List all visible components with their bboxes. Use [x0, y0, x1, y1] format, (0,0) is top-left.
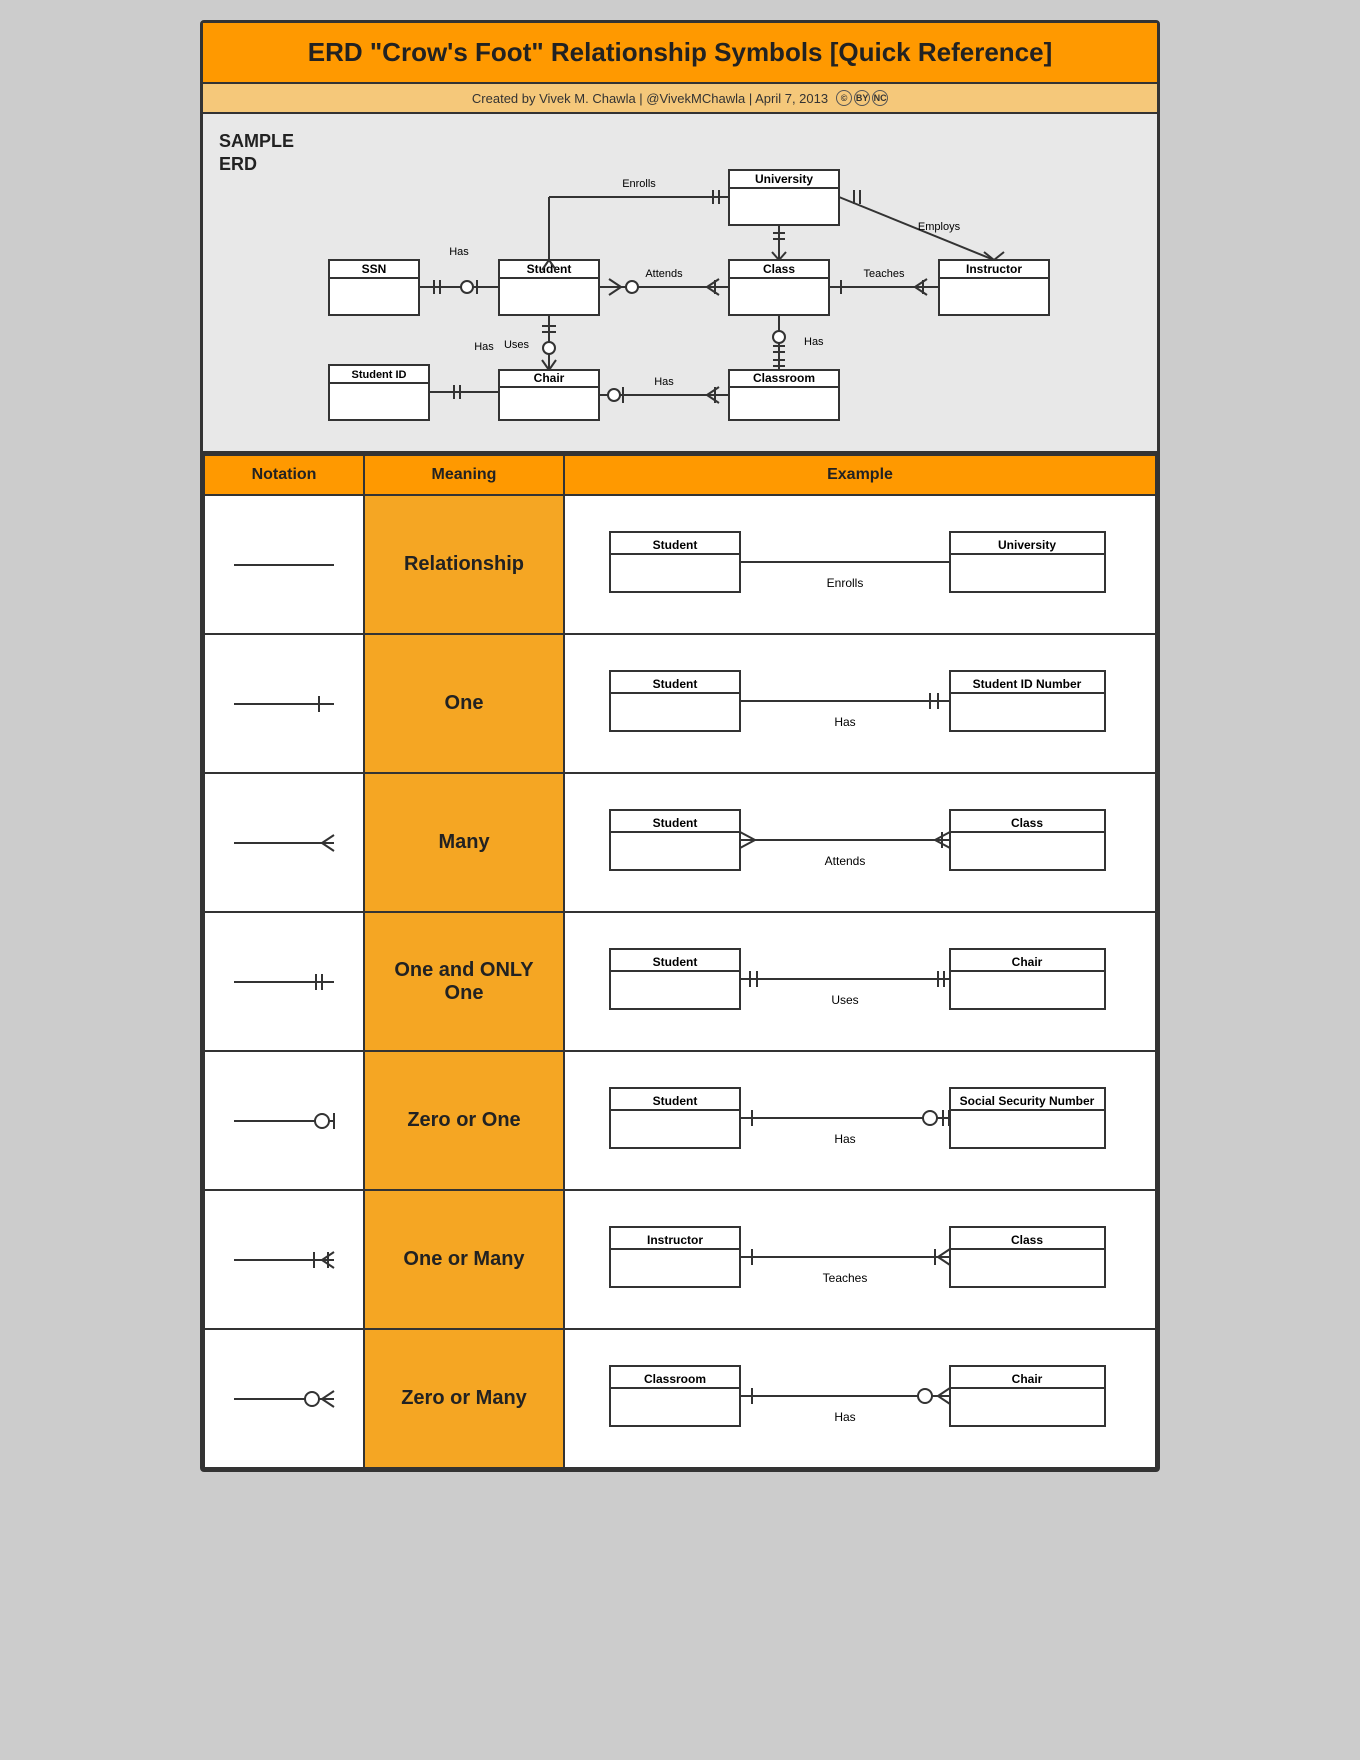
cc-badges: © BY NC	[836, 90, 888, 106]
example-cell: Student University Enrolls	[564, 495, 1156, 634]
notation-cell	[204, 1051, 364, 1190]
notation-cell	[204, 495, 364, 634]
erd-diagram: SSN Student ID Student University Class …	[299, 130, 1169, 430]
erd-label: SAMPLEERD	[219, 130, 294, 177]
erd-section: SAMPLEERD SSN Student ID Student Univers…	[203, 114, 1157, 454]
page-title: ERD "Crow's Foot" Relationship Symbols […	[219, 37, 1141, 68]
subtitle-text: Created by Vivek M. Chawla | @VivekMChaw…	[472, 91, 828, 106]
header-notation: Notation	[204, 455, 364, 495]
header-example: Example	[564, 455, 1156, 495]
table-row: One or Many Instructor Class Teaches	[204, 1190, 1156, 1329]
svg-text:Has: Has	[834, 1410, 855, 1424]
notation-cell	[204, 912, 364, 1051]
svg-text:Social Security Number: Social Security Number	[960, 1094, 1095, 1108]
header-section: ERD "Crow's Foot" Relationship Symbols […	[203, 23, 1157, 84]
meaning-cell: Zero or Many	[364, 1329, 564, 1468]
meaning-cell: Relationship	[364, 495, 564, 634]
table-row: Zero or One Student Social Security Number…	[204, 1051, 1156, 1190]
notation-cell	[204, 634, 364, 773]
svg-text:Has: Has	[654, 376, 674, 388]
meaning-cell: Zero or One	[364, 1051, 564, 1190]
example-cell: Student Class Attends	[564, 773, 1156, 912]
svg-text:Instructor: Instructor	[966, 262, 1022, 276]
svg-text:Student ID Number: Student ID Number	[973, 677, 1082, 691]
svg-text:Employs: Employs	[918, 221, 961, 233]
svg-text:University: University	[998, 538, 1056, 552]
svg-text:Student: Student	[653, 816, 698, 830]
svg-text:SSN: SSN	[362, 262, 387, 276]
notation-cell	[204, 1329, 364, 1468]
svg-text:Student: Student	[527, 262, 572, 276]
cc-icon: ©	[836, 90, 852, 106]
svg-text:Attends: Attends	[825, 854, 866, 868]
svg-text:Student: Student	[653, 677, 698, 691]
svg-text:Uses: Uses	[504, 339, 530, 351]
meaning-cell: One	[364, 634, 564, 773]
subheader: Created by Vivek M. Chawla | @VivekMChaw…	[203, 84, 1157, 114]
table-header-row: Notation Meaning Example	[204, 455, 1156, 495]
svg-text:Has: Has	[834, 1132, 855, 1146]
svg-text:Has: Has	[834, 715, 855, 729]
svg-text:Instructor: Instructor	[647, 1233, 703, 1247]
svg-text:Attends: Attends	[645, 268, 683, 280]
example-cell: Student Student ID Number Has	[564, 634, 1156, 773]
svg-text:Class: Class	[763, 262, 795, 276]
svg-text:Student: Student	[653, 538, 698, 552]
svg-text:Class: Class	[1011, 816, 1043, 830]
table-row: One Student Student ID Number Has	[204, 634, 1156, 773]
svg-text:Has: Has	[449, 246, 469, 258]
example-cell: Student Social Security Number Has	[564, 1051, 1156, 1190]
cc-nc-icon: NC	[872, 90, 888, 106]
svg-text:Uses: Uses	[831, 993, 858, 1007]
svg-text:Student ID: Student ID	[352, 369, 407, 381]
svg-text:Classroom: Classroom	[753, 371, 815, 385]
svg-text:Student: Student	[653, 955, 698, 969]
example-cell: Instructor Class Teaches	[564, 1190, 1156, 1329]
table-row: Relationship Student University Enrolls	[204, 495, 1156, 634]
example-cell: Classroom Chair Has	[564, 1329, 1156, 1468]
header-meaning: Meaning	[364, 455, 564, 495]
example-cell: Student Chair Uses	[564, 912, 1156, 1051]
svg-text:Student: Student	[653, 1094, 698, 1108]
svg-text:Teaches: Teaches	[823, 1271, 868, 1285]
meaning-cell: One and ONLY One	[364, 912, 564, 1051]
svg-text:Enrolls: Enrolls	[827, 576, 864, 590]
svg-text:Enrolls: Enrolls	[622, 178, 656, 190]
svg-text:Classroom: Classroom	[644, 1372, 706, 1386]
meaning-cell: One or Many	[364, 1190, 564, 1329]
svg-text:Chair: Chair	[1012, 1372, 1043, 1386]
svg-text:Teaches: Teaches	[864, 268, 905, 280]
svg-text:Chair: Chair	[1012, 955, 1043, 969]
meaning-cell: Many	[364, 773, 564, 912]
reference-table: Notation Meaning Example RelationshipStu…	[203, 454, 1157, 1469]
svg-text:Has: Has	[804, 336, 824, 348]
cc-by-icon: BY	[854, 90, 870, 106]
notation-cell	[204, 1190, 364, 1329]
table-row: Many Student Class Attends	[204, 773, 1156, 912]
table-row: One and ONLY One Student Chair Uses	[204, 912, 1156, 1051]
svg-text:Has: Has	[474, 341, 494, 353]
svg-text:Class: Class	[1011, 1233, 1043, 1247]
page: ERD "Crow's Foot" Relationship Symbols […	[200, 20, 1160, 1472]
svg-text:University: University	[755, 172, 813, 186]
table-row: Zero or Many Classroom Chair Has	[204, 1329, 1156, 1468]
svg-text:Chair: Chair	[534, 371, 565, 385]
notation-cell	[204, 773, 364, 912]
